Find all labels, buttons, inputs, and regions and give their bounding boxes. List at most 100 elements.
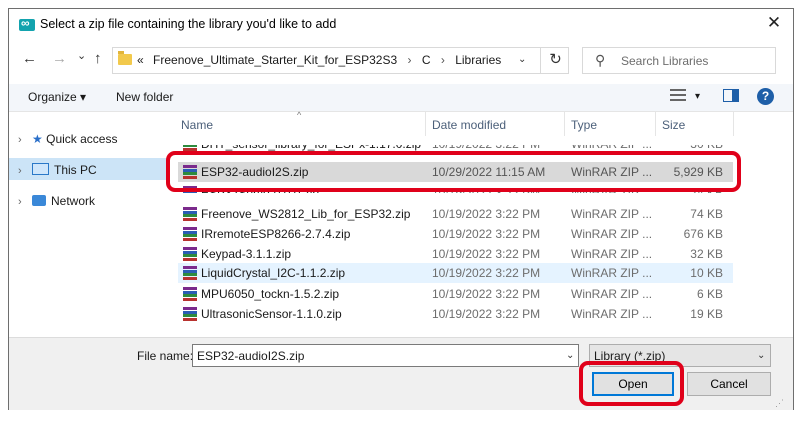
breadcrumb-c[interactable]: C (422, 53, 431, 67)
sort-ascending-icon: ^ (297, 110, 302, 120)
search-input[interactable]: Search Libraries (621, 54, 708, 68)
refresh-icon[interactable]: ↻ (540, 47, 570, 74)
file-type: WinRAR ZIP ... (571, 227, 653, 241)
file-row[interactable]: ESP32Servo-0.0.0.zip 10/19/2022 3:22 PM Wi… (178, 184, 733, 193)
file-date-modified: 10/29/2022 11:15 AM (432, 165, 546, 179)
file-size: 6 KB (696, 287, 723, 301)
folder-icon (118, 51, 132, 65)
column-divider[interactable] (655, 112, 656, 136)
filter-dropdown-icon[interactable]: ⌄ (757, 350, 765, 361)
sidebar-item-network[interactable]: › Network (18, 194, 95, 208)
file-row[interactable]: IRremoteESP8266-2.7.4.zip 10/19/2022 3:22… (178, 224, 733, 244)
address-dropdown-icon[interactable]: ⌄ (518, 54, 526, 65)
open-button[interactable]: Open (592, 372, 674, 396)
winrar-archive-icon (183, 207, 197, 221)
file-type: WinRAR ZIP ... (571, 207, 653, 221)
winrar-archive-icon (183, 165, 197, 179)
file-size: 30 KB (690, 145, 723, 151)
file-date-modified: 10/19/2022 3:22 PM (432, 227, 541, 241)
file-size: 74 KB (690, 207, 723, 221)
file-size: 19 KB (690, 307, 723, 321)
close-icon[interactable]: ✕ (764, 13, 784, 33)
recent-locations-icon[interactable]: ⌄ (77, 46, 86, 66)
sidebar-item-label: Quick access (46, 132, 118, 146)
file-name-dropdown-icon[interactable]: ⌄ (566, 350, 574, 361)
file-date-modified: 10/19/2022 3:22 PM (432, 207, 541, 221)
chevron-right-icon[interactable]: › (18, 196, 32, 208)
file-name: LiquidCrystal_I2C-1.1.2.zip (201, 266, 346, 280)
winrar-archive-icon (183, 266, 197, 280)
file-type: WinRAR ZIP ... (571, 247, 653, 261)
file-type: WinRAR ZIP ... (571, 145, 652, 151)
file-date-modified: 10/19/2022 3:22 PM (432, 145, 540, 151)
file-row[interactable]: UltrasonicSensor-1.1.0.zip 10/19/2022 3:2… (178, 304, 733, 324)
view-dropdown-icon[interactable]: ▾ (695, 91, 700, 102)
up-arrow-icon[interactable]: ↑ (94, 49, 102, 69)
breadcrumb-kit[interactable]: Freenove_Ultimate_Starter_Kit_for_ESP32S… (147, 53, 397, 67)
resize-grip-icon[interactable]: ⋰ (775, 398, 784, 409)
file-size: 32 KB (690, 247, 723, 261)
organize-menu[interactable]: Organize ▾ (28, 90, 86, 104)
file-row[interactable]: Freenove_WS2812_Lib_for_ESP32.zip 10/19/2… (178, 204, 733, 224)
file-name: DHT_sensor_library_for_ESPx-1.17.0.zip (201, 145, 421, 151)
file-row[interactable]: Keypad-3.1.1.zip 10/19/2022 3:22 PM WinRAR… (178, 244, 733, 264)
file-size: 676 KB (683, 227, 723, 241)
file-name: ESP32-audioI2S.zip (201, 165, 309, 179)
file-size: 5,929 KB (673, 165, 723, 179)
breadcrumb[interactable]: « Freenove_Ultimate_Starter_Kit_for_ESP3… (137, 53, 501, 67)
winrar-archive-icon (183, 307, 197, 321)
sidebar-item-quick-access[interactable]: › ★ Quick access (18, 132, 117, 146)
file-name-label: File name: (137, 349, 194, 363)
file-type-filter-value[interactable]: Library (*.zip) (594, 349, 665, 363)
file-row[interactable]: LiquidCrystal_I2C-1.1.2.zip 10/19/2022 3:… (178, 263, 733, 283)
file-row[interactable]: ESP32-audioI2S.zip 10/29/2022 11:15 AM Win… (178, 162, 733, 182)
winrar-archive-icon (183, 247, 197, 261)
file-date-modified: 10/19/2022 3:22 PM (432, 307, 541, 321)
column-header-type[interactable]: Type (571, 118, 597, 132)
back-arrow-icon[interactable]: ← (22, 49, 37, 69)
new-folder-button[interactable]: New folder (116, 90, 173, 104)
winrar-archive-icon (183, 186, 197, 193)
computer-icon (32, 163, 49, 175)
breadcrumb-overflow[interactable]: « (137, 53, 144, 67)
column-header-size[interactable]: Size (662, 118, 685, 132)
file-name: UltrasonicSensor-1.1.0.zip (201, 307, 342, 321)
file-row[interactable]: DHT_sensor_library_for_ESPx-1.17.0.zip 10… (178, 145, 733, 154)
star-icon: ★ (32, 132, 43, 146)
cancel-button[interactable]: Cancel (687, 372, 771, 396)
column-header-date[interactable]: Date modified (432, 118, 506, 132)
sidebar-item-label: This PC (54, 163, 97, 177)
file-date-modified: 10/19/2022 3:22 PM (432, 186, 541, 193)
column-divider[interactable] (733, 112, 734, 136)
breadcrumb-separator[interactable]: › (434, 53, 452, 67)
sidebar-item-this-pc[interactable]: › This PC (18, 163, 97, 177)
column-divider[interactable] (425, 112, 426, 136)
file-type: WinRAR ZIP ... (571, 307, 653, 321)
chevron-right-icon[interactable]: › (18, 165, 32, 177)
file-name: Keypad-3.1.1.zip (201, 247, 292, 261)
help-icon[interactable]: ? (757, 88, 774, 105)
forward-arrow-icon[interactable]: → (52, 49, 67, 69)
column-header-name[interactable]: Name (181, 118, 213, 132)
winrar-archive-icon (183, 145, 197, 151)
chevron-right-icon[interactable]: › (18, 134, 32, 146)
column-divider[interactable] (564, 112, 565, 136)
breadcrumb-separator[interactable]: › (401, 53, 419, 67)
network-icon (32, 195, 46, 206)
file-size: 24 KB (690, 186, 723, 193)
sidebar-item-label: Network (51, 194, 96, 208)
file-row[interactable]: MPU6050_tockn-1.5.2.zip 10/19/2022 3:22 P… (178, 284, 733, 304)
file-type: WinRAR ZIP ... (571, 266, 653, 280)
view-options-icon[interactable] (670, 89, 686, 101)
file-name: IRremoteESP8266-2.7.4.zip (201, 227, 351, 241)
search-icon: ⚲ (595, 52, 606, 68)
winrar-archive-icon (183, 287, 197, 301)
file-type: WinRAR ZIP ... (571, 186, 653, 193)
file-size: 10 KB (690, 266, 723, 280)
file-date-modified: 10/19/2022 3:22 PM (432, 287, 541, 301)
winrar-archive-icon (183, 227, 197, 241)
preview-pane-icon[interactable] (723, 89, 739, 102)
file-name-value[interactable]: ESP32-audioI2S.zip (197, 349, 304, 363)
file-date-modified: 10/19/2022 3:22 PM (432, 247, 541, 261)
breadcrumb-libraries[interactable]: Libraries (455, 53, 501, 67)
